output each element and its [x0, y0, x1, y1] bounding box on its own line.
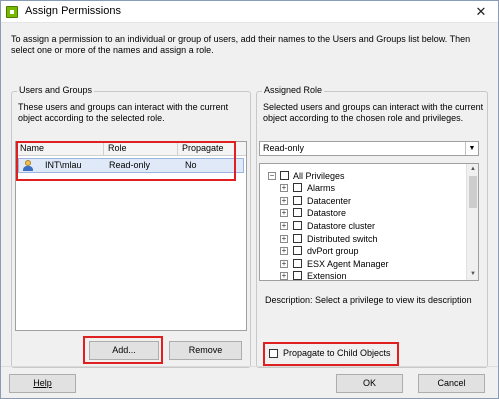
tree-item-datastore-cluster[interactable]: + Datastore cluster	[260, 220, 460, 232]
scroll-up-icon[interactable]: ▲	[467, 164, 478, 175]
intro-text: To assign a permission to an individual …	[11, 34, 471, 55]
collapse-icon[interactable]: −	[268, 172, 276, 180]
tree-scrollbar[interactable]: ▲ ▼	[466, 164, 478, 280]
tree-item-distributed-switch[interactable]: + Distributed switch	[260, 233, 460, 245]
assign-permissions-dialog: Assign Permissions ✕ To assign a permiss…	[0, 0, 499, 399]
help-button[interactable]: Help	[9, 374, 76, 393]
tree-label: ESX Agent Manager	[307, 259, 389, 269]
checkbox-icon[interactable]	[280, 171, 289, 180]
app-icon	[6, 6, 18, 18]
row-propagate: No	[185, 160, 197, 170]
tree-item-extension[interactable]: + Extension	[260, 270, 460, 281]
tree-label: Datacenter	[307, 196, 352, 206]
scroll-down-icon[interactable]: ▼	[467, 269, 478, 280]
close-icon[interactable]: ✕	[470, 3, 492, 21]
description-value: Select a privilege to view its descripti…	[315, 295, 472, 305]
checkbox-icon[interactable]	[293, 259, 302, 268]
tree-label: Extension	[307, 271, 347, 281]
tree-label: Alarms	[307, 183, 336, 193]
footer-divider	[1, 366, 498, 367]
ok-button[interactable]: OK	[336, 374, 403, 393]
tree-label: Datastore	[307, 208, 347, 218]
checkbox-icon[interactable]	[293, 221, 302, 230]
chevron-down-icon[interactable]: ▼	[465, 142, 478, 155]
propagate-label[interactable]: Propagate to Child Objects	[283, 348, 391, 358]
column-header-name[interactable]: Name	[16, 142, 104, 156]
row-role: Read-only	[109, 160, 151, 170]
tree-label: Distributed switch	[307, 234, 378, 244]
expand-icon[interactable]: +	[280, 235, 288, 243]
checkbox-icon[interactable]	[293, 246, 302, 255]
expand-icon[interactable]: +	[280, 197, 288, 205]
tree-item-all-privileges[interactable]: − All Privileges	[260, 170, 460, 182]
users-groups-description: These users and groups can interact with…	[18, 102, 229, 123]
assigned-role-description: Selected users and groups can interact w…	[263, 102, 484, 123]
table-header: Name Role Propagate	[16, 142, 246, 156]
tree-item-dvport-group[interactable]: + dvPort group	[260, 245, 460, 257]
propagate-checkbox[interactable]	[269, 349, 278, 358]
table-row[interactable]: INT\mlau Read-only No	[18, 158, 244, 173]
user-icon	[23, 160, 33, 171]
expand-icon[interactable]: +	[280, 272, 288, 280]
tree-label: All Privileges	[293, 171, 345, 181]
checkbox-icon[interactable]	[293, 196, 302, 205]
expand-icon[interactable]: +	[280, 184, 288, 192]
users-table[interactable]: Name Role Propagate INT\mlau Read-only N…	[15, 141, 247, 331]
tree-item-esx-agent-manager[interactable]: + ESX Agent Manager	[260, 258, 460, 270]
window-title: Assign Permissions	[25, 5, 121, 17]
add-button[interactable]: Add...	[89, 341, 159, 360]
role-select[interactable]: Read-only ▼	[259, 141, 479, 156]
cancel-button[interactable]: Cancel	[418, 374, 485, 393]
title-bar: Assign Permissions ✕	[1, 1, 498, 23]
expand-icon[interactable]: +	[280, 247, 288, 255]
privileges-tree[interactable]: − All Privileges + Alarms + Datacenter +…	[259, 163, 479, 281]
expand-icon[interactable]: +	[280, 222, 288, 230]
scroll-thumb[interactable]	[469, 176, 477, 208]
tree-item-datastore[interactable]: + Datastore	[260, 207, 460, 219]
checkbox-icon[interactable]	[293, 208, 302, 217]
row-name: INT\mlau	[45, 160, 82, 170]
expand-icon[interactable]: +	[280, 209, 288, 217]
checkbox-icon[interactable]	[293, 183, 302, 192]
tree-label: dvPort group	[307, 246, 359, 256]
tree-item-alarms[interactable]: + Alarms	[260, 182, 460, 194]
expand-icon[interactable]: +	[280, 260, 288, 268]
assigned-role-title: Assigned Role	[262, 85, 325, 95]
column-header-propagate[interactable]: Propagate	[178, 142, 246, 156]
role-select-value: Read-only	[263, 143, 305, 153]
checkbox-icon[interactable]	[293, 271, 302, 280]
checkbox-icon[interactable]	[293, 234, 302, 243]
tree-label: Datastore cluster	[307, 221, 376, 231]
description-label: Description:	[265, 295, 313, 305]
users-groups-title: Users and Groups	[17, 85, 95, 95]
tree-item-datacenter[interactable]: + Datacenter	[260, 195, 460, 207]
remove-button[interactable]: Remove	[169, 341, 242, 360]
column-header-role[interactable]: Role	[104, 142, 178, 156]
